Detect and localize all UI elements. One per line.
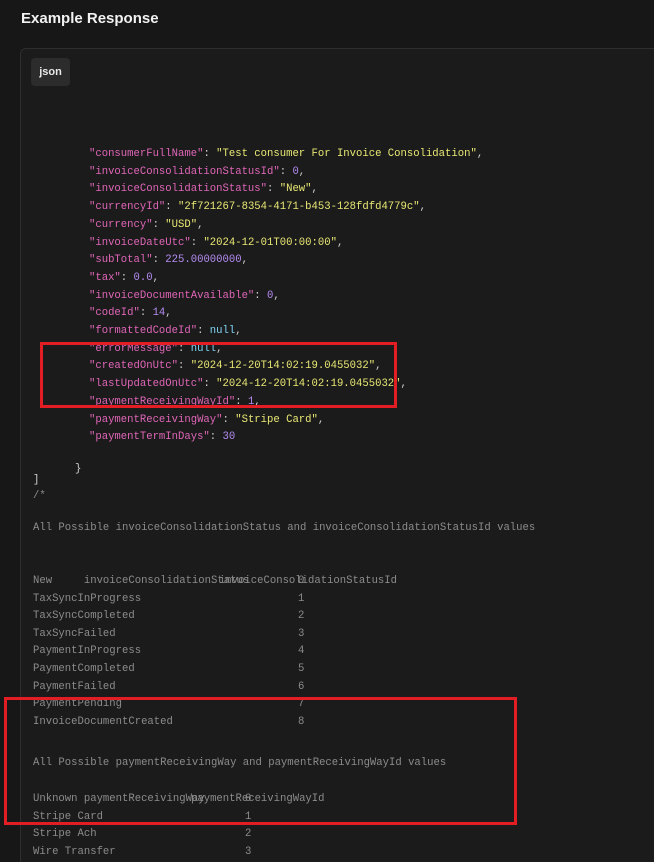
highlight-payment-fields (40, 342, 397, 408)
json-key: "invoiceConsolidationStatus" (89, 183, 268, 196)
status-table-row: PaymentFailed 6 (33, 678, 304, 696)
json-line: "consumerFullName": "Test consumer For I… (89, 148, 484, 160)
status-table-row: New 0 (33, 572, 304, 590)
status-table-title: All Possible invoiceConsolidationStatus … (33, 522, 536, 534)
json-key: "subTotal" (89, 254, 153, 267)
json-key: "invoiceDateUtc" (89, 236, 191, 249)
json-line: "currencyId": "2f721267-8354-4171-b453-1… (89, 201, 426, 214)
payment-way-id: 2 (245, 828, 252, 841)
status-name: PaymentInProgress (33, 645, 142, 658)
status-id: 6 (298, 680, 305, 693)
json-key: "invoiceConsolidationStatusId" (89, 165, 280, 178)
section-heading: Example Response (21, 10, 159, 27)
status-table-row: TaxSyncFailed 3 (33, 625, 304, 643)
comment-open: /* (33, 490, 46, 502)
json-value: 225.00000000 (165, 254, 242, 267)
json-line: "invoiceDocumentAvailable": 0, (89, 289, 280, 302)
json-line: "currency": "USD", (89, 218, 204, 231)
json-value: "USD" (165, 218, 198, 231)
json-key: "codeId" (89, 307, 140, 320)
json-value: "Test consumer For Invoice Consolidation… (216, 148, 477, 160)
json-line: "tax": 0.0, (89, 271, 159, 284)
status-id: 3 (298, 627, 305, 640)
json-line: "formattedCodeId": null, (89, 325, 242, 337)
json-value: "2f721267-8354-4171-b453-128fdfd4779c" (178, 201, 420, 214)
payment-way-id: 3 (245, 845, 252, 858)
status-name: TaxSyncCompleted (33, 610, 135, 623)
json-value: 0.0 (133, 271, 153, 284)
json-line: "subTotal": 225.00000000, (89, 254, 248, 267)
status-id: 2 (298, 610, 305, 623)
json-key: "consumerFullName" (89, 148, 204, 160)
status-table-header: invoiceConsolidationStatus invoiceConsoli… (83, 575, 398, 587)
payment-way-name: Stripe Ach (33, 828, 97, 841)
status-id: 5 (298, 663, 305, 675)
json-value: 30 (222, 431, 236, 444)
status-name: New (33, 575, 53, 587)
payment-table-row: Wire Transfer 3 (33, 843, 251, 861)
json-line: "paymentReceivingWay": "Stripe Card", (89, 413, 325, 426)
json-value: 14 (152, 307, 166, 320)
json-line: "invoiceConsolidationStatusId": 0, (89, 165, 306, 178)
status-table-row: TaxSyncCompleted 2 (33, 607, 304, 625)
json-key: "currencyId" (89, 201, 166, 214)
status-table-row: PaymentInProgress 4 (33, 642, 304, 660)
json-key: "formattedCodeId" (89, 325, 198, 337)
code-block: } ] /* All Possible invoiceConsolidation… (21, 99, 654, 858)
code-line-close-object: } (75, 463, 82, 475)
page: Example Response json } ] /* All Possibl… (0, 0, 654, 862)
json-line: "paymentTermInDays": 30 (89, 431, 236, 444)
status-table-row: TaxSyncInProgress 1 (33, 590, 304, 608)
status-id: 1 (298, 592, 305, 605)
status-table-row: PaymentCompleted 5 (33, 660, 304, 678)
status-id: 4 (298, 645, 305, 658)
code-language-tab[interactable]: json (31, 58, 70, 86)
status-name: TaxSyncInProgress (33, 592, 142, 605)
json-line: "invoiceConsolidationStatus": "New", (89, 183, 318, 196)
payment-table-row: Stripe Ach 2 (33, 825, 251, 843)
highlight-payment-ways-table (4, 697, 517, 825)
json-key: "paymentReceivingWay" (89, 413, 223, 426)
json-key: "currency" (89, 218, 153, 231)
json-key: "tax" (89, 271, 121, 284)
status-name: PaymentFailed (33, 680, 116, 693)
status-name: PaymentCompleted (33, 663, 135, 675)
status-name: TaxSyncFailed (33, 627, 116, 640)
payment-way-name: Wire Transfer (33, 845, 116, 858)
json-value: "2024-12-01T00:00:00" (203, 236, 337, 249)
json-key: "invoiceDocumentAvailable" (89, 289, 255, 302)
status-id: 0 (298, 575, 305, 587)
json-value: "Stripe Card" (235, 413, 318, 426)
json-value: null (209, 325, 236, 337)
json-key: "paymentTermInDays" (89, 431, 210, 444)
json-line: "invoiceDateUtc": "2024-12-01T00:00:00", (89, 236, 344, 249)
json-line: "codeId": 14, (89, 307, 172, 320)
json-value: "New" (279, 183, 312, 196)
